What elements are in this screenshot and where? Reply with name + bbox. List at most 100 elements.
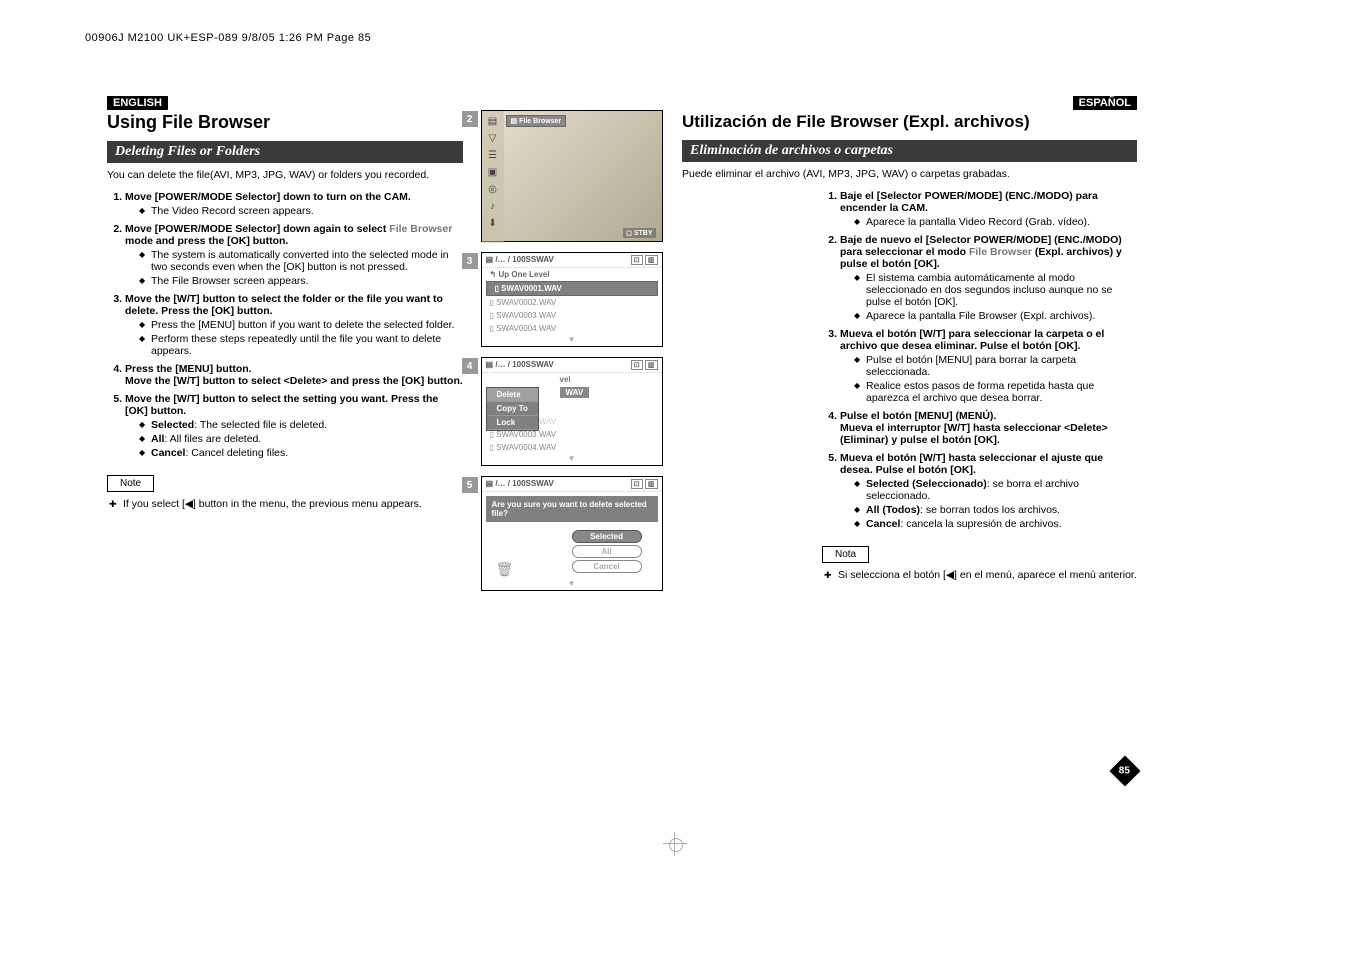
step4-text: Press the [MENU] button. — [125, 363, 252, 375]
screens-column: 2 ▤ ▽ ☰ ▣ ◎ ♪ ⬇ ▤ File Browser ◻ STBY 3 … — [471, 96, 672, 601]
step2-text-c: mode and press the [OK] button. — [125, 235, 288, 247]
step3-text: Move the [W/T] button to select the fold… — [125, 293, 443, 317]
rstep4-text2: Mueva el interruptor [W/T] hasta selecci… — [840, 422, 1108, 446]
screen2-stby: ◻ STBY — [623, 228, 655, 238]
screen4-row3: ▯ SWAV0004.WAV — [482, 441, 662, 454]
section-bar-left: Deleting Files or Folders — [107, 141, 463, 163]
icon-page: ▤ — [488, 116, 497, 127]
left-column: ENGLISH Using File Browser Deleting File… — [107, 96, 471, 601]
menu-delete: Delete — [487, 388, 538, 402]
screen4-menu: Delete Copy To Lock — [486, 387, 539, 431]
screen4-vel: vel — [560, 375, 571, 384]
step5-k1: Selected — [151, 419, 194, 431]
rstep2-b1: El sistema cambia automáticamente al mod… — [854, 272, 1137, 308]
step5-k2: All — [151, 433, 164, 445]
screen3-path: /… / 100SSWAV — [495, 255, 554, 264]
icon-text: ☰ — [488, 150, 497, 161]
rstep3-b2: Realice estos pasos de forma repetida ha… — [854, 380, 1137, 404]
screen-5: 5 ▤ /… / 100SSWAV ⊡ ▥ Are you sure you w… — [481, 476, 663, 591]
rstep3-b1: Pulse el botón [MENU] para borrar la car… — [854, 354, 1137, 378]
menu-lock: Lock — [487, 416, 538, 430]
step1-b1: The Video Record screen appears. — [139, 205, 463, 217]
step4-text2: Move the [W/T] button to select <Delete>… — [125, 375, 463, 387]
icon-mic: ⬇ — [488, 218, 496, 229]
menu-copyto: Copy To — [487, 402, 538, 416]
steps-right: Baje el [Selector POWER/MODE] (ENC./MODO… — [822, 190, 1137, 530]
screen-3: 3 ▤ /… / 100SSWAV ⊡ ▥ ↰ Up One Level ▯ S… — [481, 252, 663, 347]
rstep5-k1: Selected (Seleccionado) — [866, 478, 987, 490]
screen3-row2: ▯ SWAV0002.WAV — [482, 296, 662, 309]
trash-icon: 🗑 — [496, 561, 514, 578]
title-right: Utilización de File Browser (Expl. archi… — [682, 112, 1137, 132]
rstep5-v3: : cancela la supresión de archivos. — [900, 518, 1061, 530]
rstep3-text: Mueva el botón [W/T] para seleccionar la… — [840, 328, 1104, 352]
step1-text: Move [POWER/MODE Selector] down to turn … — [125, 191, 411, 203]
section-bar-right: Eliminación de archivos o carpetas — [682, 140, 1137, 162]
screen5-arrow: ▼ — [482, 579, 662, 590]
right-column: ESPAÑOL Utilización de File Browser (Exp… — [672, 96, 1137, 601]
step5-k3: Cancel — [151, 447, 185, 459]
icon-photo: ▣ — [488, 167, 497, 178]
steps-left: Move [POWER/MODE Selector] down to turn … — [107, 191, 463, 459]
btn-cancel: Cancel — [572, 560, 642, 573]
rstep1-text: Baje el [Selector POWER/MODE] (ENC./MODO… — [840, 190, 1098, 214]
screen-4: 4 ▤ /… / 100SSWAV ⊡ ▥ Delete Copy To Loc… — [481, 357, 663, 466]
screen3-arrow: ▼ — [482, 335, 662, 346]
screen5-confirm: Are you sure you want to delete selected… — [486, 496, 658, 522]
screen3-row4: ▯ SWAV0004.WAV — [482, 322, 662, 335]
btn-all: All — [572, 545, 642, 558]
note-item-left: If you select [◀] button in the menu, th… — [107, 498, 463, 510]
rstep5-v2: : se borran todos los archivos. — [920, 504, 1060, 516]
screen-num-5: 5 — [462, 477, 478, 493]
lang-badge-spanish: ESPAÑOL — [1073, 96, 1137, 110]
screen4-wav: WAV — [560, 387, 590, 398]
step3-b2: Perform these steps repeatedly until the… — [139, 333, 463, 357]
screen3-row1: ▯ SWAV0001.WAV — [486, 281, 658, 296]
step2-b2: The File Browser screen appears. — [139, 275, 463, 287]
note-item-right: Si selecciona el botón [◀] en el menú, a… — [822, 569, 1137, 581]
card-icon: ⊡ — [631, 255, 643, 265]
rstep5-text: Mueva el botón [W/T] hasta seleccionar e… — [840, 452, 1103, 476]
rstep5-k2: All (Todos) — [866, 504, 920, 516]
step5-v3: : Cancel deleting files. — [185, 447, 288, 459]
icon-down: ▽ — [489, 133, 497, 144]
icon-camera: ◎ — [488, 184, 497, 195]
registration-mark — [663, 832, 687, 856]
screen3-up: ↰ Up One Level — [482, 268, 662, 281]
screen-num-3: 3 — [462, 253, 478, 269]
note-box-right: Nota — [822, 546, 869, 563]
screen4-arrow: ▼ — [482, 454, 662, 465]
title-left: Using File Browser — [107, 112, 463, 133]
rstep2-b2: Aparece la pantalla File Browser (Expl. … — [854, 310, 1137, 322]
note-box-left: Note — [107, 475, 154, 492]
intro-right: Puede eliminar el archivo (AVI, MP3, JPG… — [682, 168, 1137, 180]
step5-v2: : All files are deleted. — [164, 433, 261, 445]
rstep2-text-b: File Browser — [969, 246, 1032, 258]
step2-text-b: File Browser — [389, 223, 452, 235]
step5-v1: : The selected file is deleted. — [194, 419, 327, 431]
battery-icon: ▥ — [645, 479, 658, 489]
battery-icon: ▥ — [645, 360, 658, 370]
intro-left: You can delete the file(AVI, MP3, JPG, W… — [107, 169, 463, 181]
screen-num-4: 4 — [462, 358, 478, 374]
screen3-row3: ▯ SWAV0003.WAV — [482, 309, 662, 322]
screen-2: 2 ▤ ▽ ☰ ▣ ◎ ♪ ⬇ ▤ File Browser ◻ STBY — [481, 110, 663, 242]
page-number-badge: 85 — [1109, 755, 1140, 786]
rstep4-text: Pulse el botón [MENU] (MENÚ). — [840, 410, 996, 422]
screen4-path: /… / 100SSWAV — [495, 360, 554, 369]
step2-b1: The system is automatically converted in… — [139, 249, 463, 273]
card-icon: ⊡ — [631, 479, 643, 489]
icon-music: ♪ — [490, 201, 495, 212]
screen5-path: /… / 100SSWAV — [495, 479, 554, 488]
card-icon: ⊡ — [631, 360, 643, 370]
rstep1-b1: Aparece la pantalla Video Record (Grab. … — [854, 216, 1137, 228]
btn-selected: Selected — [572, 530, 642, 543]
screen2-filebrowser-label: ▤ File Browser — [506, 115, 567, 127]
rstep5-k3: Cancel — [866, 518, 900, 530]
screen-num-2: 2 — [462, 111, 478, 127]
battery-icon: ▥ — [645, 255, 658, 265]
step2-text-a: Move [POWER/MODE Selector] down again to… — [125, 223, 389, 235]
step5-text: Move the [W/T] button to select the sett… — [125, 393, 438, 417]
lang-badge-english: ENGLISH — [107, 96, 168, 110]
imprint-header: 00906J M2100 UK+ESP-089 9/8/05 1:26 PM P… — [85, 32, 371, 44]
